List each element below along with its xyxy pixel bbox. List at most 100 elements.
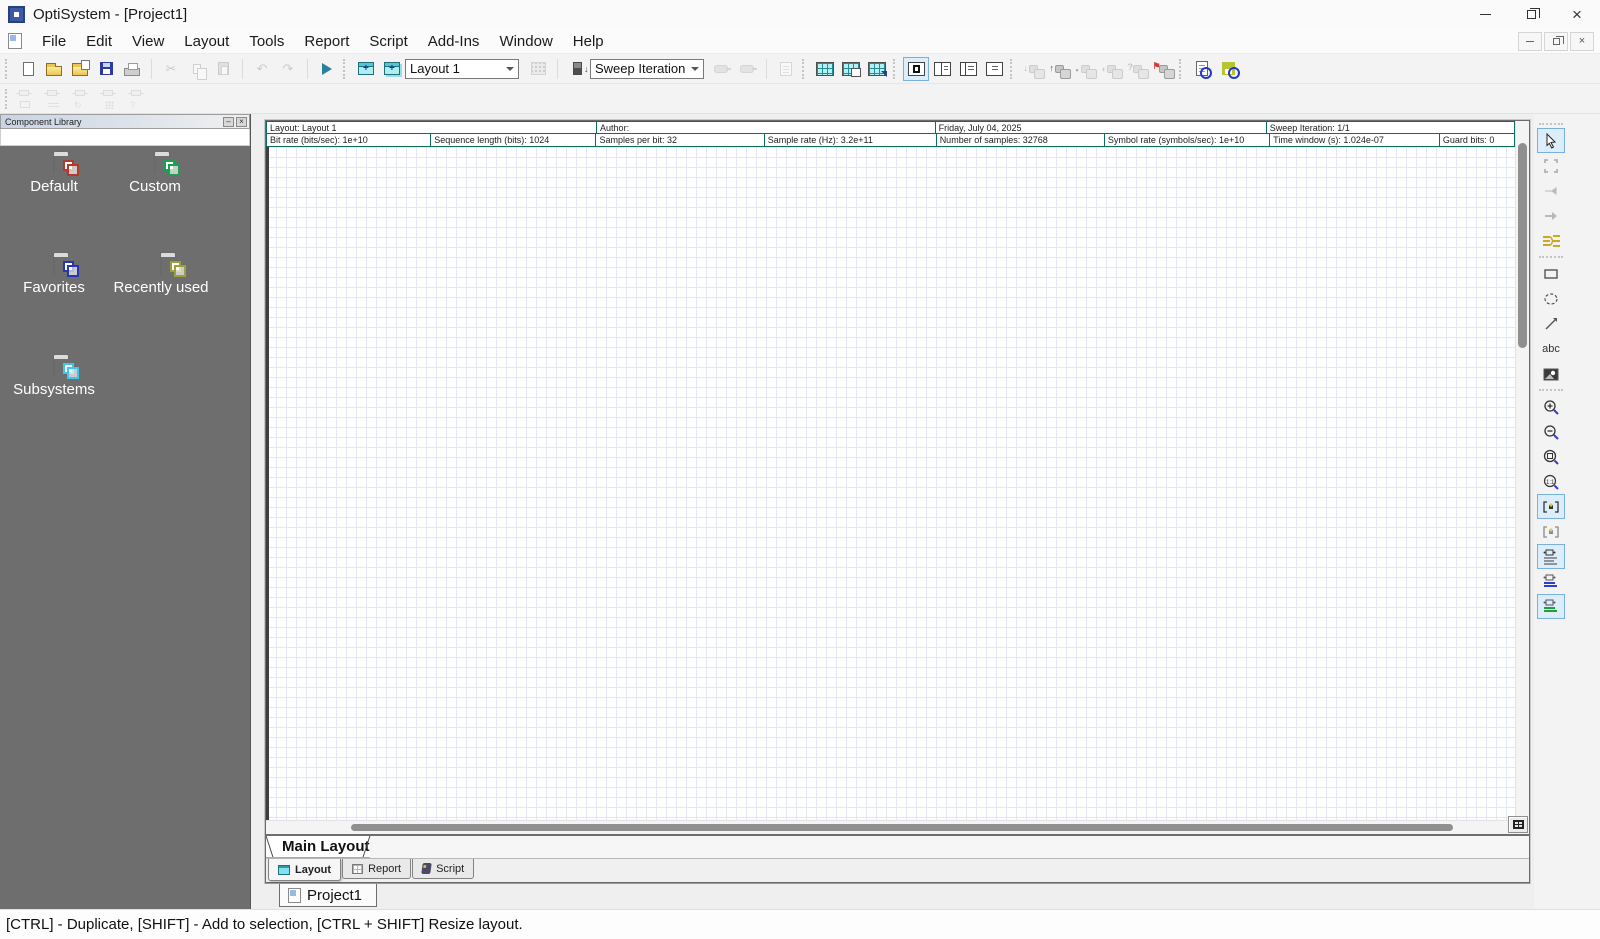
fit-horizontal-button[interactable]	[1537, 494, 1565, 519]
mdi-close-button[interactable]: ×	[1570, 32, 1594, 51]
tab-script[interactable]: Script	[412, 859, 474, 879]
zoom-out-button[interactable]	[1537, 419, 1565, 444]
toolbar-grip[interactable]	[893, 59, 898, 79]
zoom-out-icon	[1542, 423, 1560, 441]
header-symbol-rate[interactable]: Symbol rate (symbols/sec): 1e+10	[1104, 133, 1270, 147]
library-folder-subsystems[interactable]: Subsystems	[2, 359, 106, 398]
align-green-button[interactable]	[1537, 594, 1565, 619]
restore-button[interactable]	[1508, 0, 1554, 29]
print-button[interactable]	[119, 57, 145, 81]
layout-canvas[interactable]	[266, 147, 1515, 820]
zoom-page-button[interactable]	[1537, 444, 1565, 469]
toolbar-grip[interactable]	[1179, 59, 1184, 79]
menu-edit[interactable]: Edit	[76, 31, 122, 52]
library-filter-field[interactable]	[0, 129, 250, 146]
status-bar: [CTRL] - Duplicate, [SHIFT] - Add to sel…	[0, 909, 1600, 939]
view-split-vertical-button[interactable]	[929, 57, 955, 81]
save-button[interactable]	[93, 57, 119, 81]
layout-select[interactable]: Layout 1	[405, 59, 519, 79]
menu-help[interactable]: Help	[563, 31, 614, 52]
mdi-restore-button[interactable]	[1544, 32, 1568, 51]
library-folder-recently-used[interactable]: Recently used	[103, 257, 219, 296]
toolbar-grip[interactable]	[5, 89, 10, 109]
align-components-button[interactable]	[1537, 544, 1565, 569]
arrow-tool-button[interactable]	[1537, 203, 1565, 228]
header-samples-per-bit[interactable]: Samples per bit: 32	[595, 133, 764, 147]
menu-view[interactable]: View	[122, 31, 174, 52]
view-detail-right-button[interactable]	[981, 57, 1007, 81]
menu-layout[interactable]: Layout	[174, 31, 239, 52]
duplicate-layout-button[interactable]	[379, 57, 405, 81]
toolbar-grip[interactable]	[1539, 123, 1563, 125]
tab-project1[interactable]: Project1	[279, 884, 377, 907]
menu-script[interactable]: Script	[359, 31, 417, 52]
header-sequence-length[interactable]: Sequence length (bits): 1024	[430, 133, 596, 147]
component-help-button: ?	[1124, 57, 1150, 81]
tab-report[interactable]: Report	[342, 859, 411, 879]
align-blue-button[interactable]	[1537, 569, 1565, 594]
toolbar-grip[interactable]	[802, 59, 807, 79]
fit-vertical-button[interactable]	[1537, 519, 1565, 544]
menu-report[interactable]: Report	[294, 31, 359, 52]
header-number-of-samples[interactable]: Number of samples: 32768	[936, 133, 1105, 147]
tab-layout[interactable]: Layout	[268, 859, 341, 881]
menu-tools[interactable]: Tools	[239, 31, 294, 52]
horizontal-scrollbar-thumb[interactable]	[351, 824, 1453, 831]
layout-components-button[interactable]	[864, 57, 890, 81]
save-default-button[interactable]	[1215, 57, 1241, 81]
close-button[interactable]: ×	[1554, 0, 1600, 29]
header-sample-rate[interactable]: Sample rate (Hz): 3.2e+11	[764, 133, 937, 147]
menu-add-ins[interactable]: Add-Ins	[418, 31, 490, 52]
header-bit-rate[interactable]: Bit rate (bits/sec): 1e+10	[266, 133, 431, 147]
panel-close-button[interactable]: ×	[236, 117, 247, 127]
minimize-button[interactable]	[1462, 0, 1508, 29]
layout-editor-button[interactable]	[812, 57, 838, 81]
menu-window[interactable]: Window	[489, 31, 562, 52]
view-detail-left-button[interactable]	[955, 57, 981, 81]
open-button[interactable]	[41, 57, 67, 81]
toolbar-grip[interactable]	[1010, 59, 1015, 79]
toolbar-grip[interactable]	[5, 59, 10, 79]
header-guard-bits[interactable]: Guard bits: 0	[1439, 133, 1515, 147]
library-folder-favorites[interactable]: Favorites	[2, 257, 106, 296]
vertical-scrollbar-thumb[interactable]	[1518, 143, 1527, 348]
connection-tool-button[interactable]	[1537, 178, 1565, 203]
library-folder-default[interactable]: Default	[2, 156, 106, 195]
image-tool-button[interactable]	[1537, 361, 1565, 386]
horizontal-scrollbar[interactable]	[266, 820, 1515, 834]
zoom-in-button[interactable]	[1537, 394, 1565, 419]
component-help-icon: ?	[1133, 65, 1142, 73]
zoom-one-to-one-button[interactable]: 1:1	[1537, 469, 1565, 494]
header-time-window[interactable]: Time window (s): 1.024e-07	[1269, 133, 1440, 147]
import-button[interactable]	[67, 57, 93, 81]
library-folder-custom[interactable]: Custom	[103, 156, 207, 195]
select-tool-button[interactable]	[1537, 128, 1565, 153]
vertical-scrollbar[interactable]	[1515, 121, 1529, 834]
minimize-icon	[1480, 14, 1491, 15]
tab-main-layout[interactable]: Main Layout	[266, 836, 370, 858]
line-tool-button[interactable]	[1537, 311, 1565, 336]
rectangle-tool-button[interactable]	[1537, 261, 1565, 286]
auto-wire-button[interactable]	[1537, 228, 1565, 253]
generate-report-button[interactable]	[1189, 57, 1215, 81]
panel-collapse-button[interactable]: –	[223, 117, 234, 127]
new-button[interactable]	[15, 57, 41, 81]
new-layout-button[interactable]	[353, 57, 379, 81]
text-tool-button[interactable]: abc	[1537, 336, 1565, 361]
view-single-button[interactable]	[903, 57, 929, 81]
component-upload-button[interactable]: ↑	[1046, 57, 1072, 81]
toolbar-grip[interactable]	[1539, 256, 1563, 258]
ellipse-tool-button[interactable]	[1537, 286, 1565, 311]
sweep-mode-button[interactable]	[564, 57, 590, 81]
sweep-select[interactable]: Sweep Iteration	[590, 59, 704, 79]
image-icon	[1542, 365, 1560, 383]
menu-file[interactable]: File	[32, 31, 76, 52]
component-flag-button[interactable]: ⚑	[1150, 57, 1176, 81]
mdi-minimize-button[interactable]	[1518, 32, 1542, 51]
toolbar-grip[interactable]	[1539, 389, 1563, 391]
layout-properties-button[interactable]	[1508, 816, 1528, 833]
calculate-run-button[interactable]	[314, 57, 340, 81]
toolbar-grip[interactable]	[343, 59, 348, 79]
layout-options-button[interactable]	[838, 57, 864, 81]
select-area-button[interactable]	[1537, 153, 1565, 178]
